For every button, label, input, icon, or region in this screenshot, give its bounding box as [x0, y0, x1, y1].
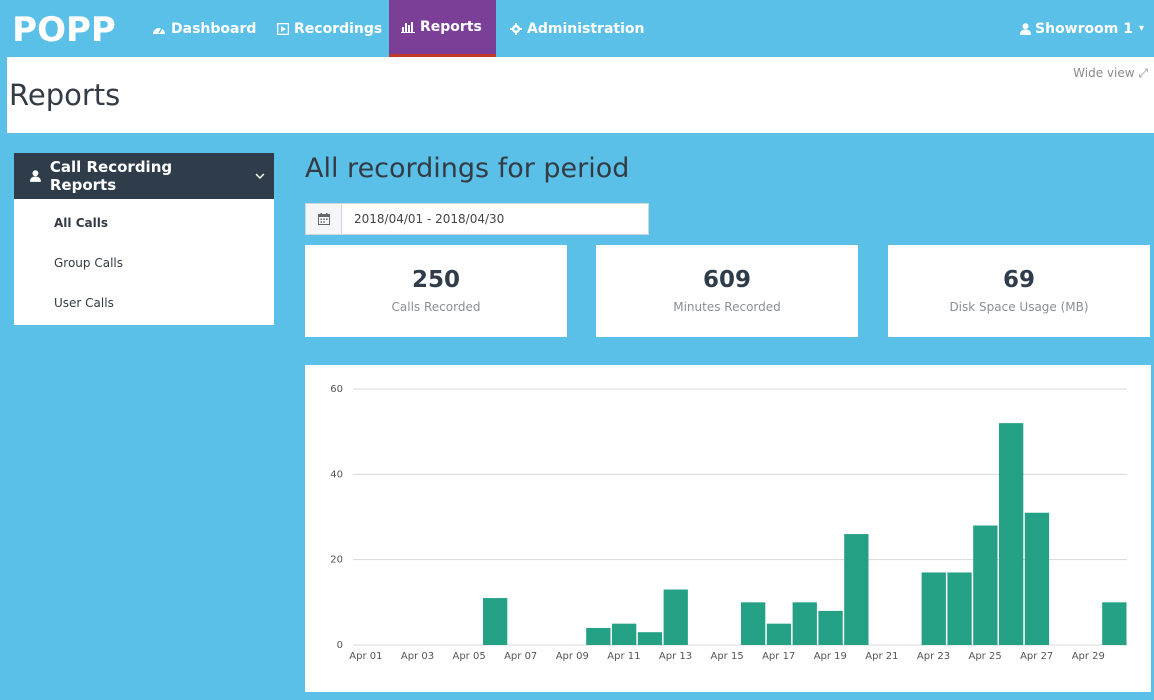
user-name: Showroom 1 [1035, 20, 1133, 37]
x-tick-label: Apr 07 [504, 651, 537, 662]
x-tick-label: Apr 05 [452, 651, 485, 662]
bar[interactable] [818, 610, 843, 645]
expand-icon: ⤢ [1138, 66, 1148, 80]
sidebar-section-label: Call Recording Reports [49, 158, 173, 194]
x-tick-label: Apr 09 [556, 651, 589, 662]
date-range-value: 2018/04/01 - 2018/04/30 [354, 212, 505, 226]
user-menu[interactable]: Showroom 1 ▾ [1020, 0, 1144, 57]
bar[interactable] [637, 632, 663, 645]
bar[interactable] [1102, 602, 1127, 645]
bar[interactable] [663, 589, 688, 645]
page-title: Reports [9, 78, 121, 112]
x-tick-label: Apr 21 [865, 651, 898, 662]
sidebar-item-all-calls[interactable]: All Calls [14, 203, 274, 243]
sidebar-item-group-calls[interactable]: Group Calls [14, 243, 274, 283]
dashboard-icon [153, 27, 165, 34]
play-square-icon [277, 22, 289, 35]
date-range-picker[interactable]: 2018/04/01 - 2018/04/30 [305, 203, 649, 235]
bar[interactable] [999, 423, 1024, 645]
bar[interactable] [766, 623, 792, 645]
sidebar-item-user-calls[interactable]: User Calls [14, 283, 274, 323]
sidebar-section-header[interactable]: Call Recording Reports [14, 153, 274, 199]
nav-administration[interactable]: Administration [498, 0, 656, 57]
stat-value: 250 [411, 267, 460, 293]
x-tick-label: Apr 29 [1072, 651, 1105, 662]
nav-recordings-label: Recordings [294, 20, 383, 37]
stat-card-disk: 69 Disk Space Usage (MB) [888, 245, 1150, 337]
bar[interactable] [947, 572, 972, 645]
sidebar: Call Recording Reports All Calls Group C… [14, 153, 274, 325]
caret-down-icon: ▾ [1138, 23, 1144, 34]
x-tick-label: Apr 13 [659, 651, 692, 662]
bar[interactable] [792, 602, 817, 645]
bar[interactable] [586, 627, 611, 645]
bar[interactable] [612, 623, 637, 645]
calendar-icon [306, 204, 342, 234]
x-tick-label: Apr 23 [917, 651, 950, 662]
x-tick-label: Apr 15 [710, 651, 743, 662]
bar[interactable] [973, 525, 998, 645]
nav-administration-label: Administration [527, 20, 645, 37]
chart-card: 0 20 40 60 Apr 01 Apr 03 Apr 05 Apr 07 Apr 09 Apr… [305, 365, 1151, 692]
popp-logo[interactable]: POPP [10, 9, 118, 47]
x-tick-label: Apr 01 [349, 651, 382, 662]
gear-icon [510, 22, 522, 35]
wide-view-link[interactable]: Wide view ⤢ [1073, 66, 1148, 81]
stat-value: 609 [702, 267, 751, 293]
sidebar-item-label: All Calls [54, 216, 108, 230]
x-tick-label: Apr 25 [968, 651, 1001, 662]
bar[interactable] [483, 598, 508, 645]
stat-label: Disk Space Usage (MB) [949, 300, 1089, 314]
nav-reports[interactable]: Reports [389, 0, 496, 57]
nav-recordings[interactable]: Recordings [265, 0, 394, 57]
bar[interactable] [741, 602, 766, 645]
main-title: All recordings for period [305, 153, 630, 184]
bar[interactable] [844, 534, 869, 645]
stat-label: Minutes Recorded [673, 300, 781, 314]
x-tick-label: Apr 17 [762, 651, 795, 662]
user-icon [30, 170, 41, 182]
y-tick-label: 0 [337, 640, 343, 651]
recordings-bar-chart: 0 20 40 60 Apr 01 Apr 03 Apr 05 Apr 07 Apr 09 Apr… [330, 384, 1127, 662]
logo-text: POPP [12, 10, 116, 47]
stat-card-minutes: 609 Minutes Recorded [596, 245, 858, 337]
page-header: Reports Wide view ⤢ [7, 57, 1154, 133]
x-tick-label: Apr 03 [401, 651, 434, 662]
nav-reports-label: Reports [420, 19, 482, 35]
sidebar-item-label: User Calls [54, 296, 114, 310]
x-tick-label: Apr 19 [814, 651, 847, 662]
y-tick-label: 60 [330, 384, 343, 395]
bar[interactable] [1024, 512, 1050, 645]
stat-card-calls: 250 Calls Recorded [305, 245, 567, 337]
y-tick-label: 20 [330, 555, 343, 566]
y-tick-label: 40 [330, 469, 343, 480]
bar-chart-icon [401, 22, 415, 33]
user-icon [1020, 22, 1032, 35]
nav-dashboard-label: Dashboard [171, 20, 257, 37]
chevron-down-icon [255, 173, 265, 179]
top-navbar: POPP Dashboard Recordings Reports Admini… [0, 0, 1154, 57]
x-tick-label: Apr 11 [607, 651, 640, 662]
sidebar-list: All Calls Group Calls User Calls [14, 199, 274, 325]
stat-label: Calls Recorded [391, 300, 481, 314]
nav-dashboard[interactable]: Dashboard [140, 0, 268, 57]
x-tick-label: Apr 27 [1020, 651, 1053, 662]
sidebar-item-label: Group Calls [54, 256, 123, 270]
wide-view-label: Wide view [1073, 66, 1135, 80]
stat-value: 69 [1002, 267, 1035, 293]
bar[interactable] [921, 572, 946, 645]
